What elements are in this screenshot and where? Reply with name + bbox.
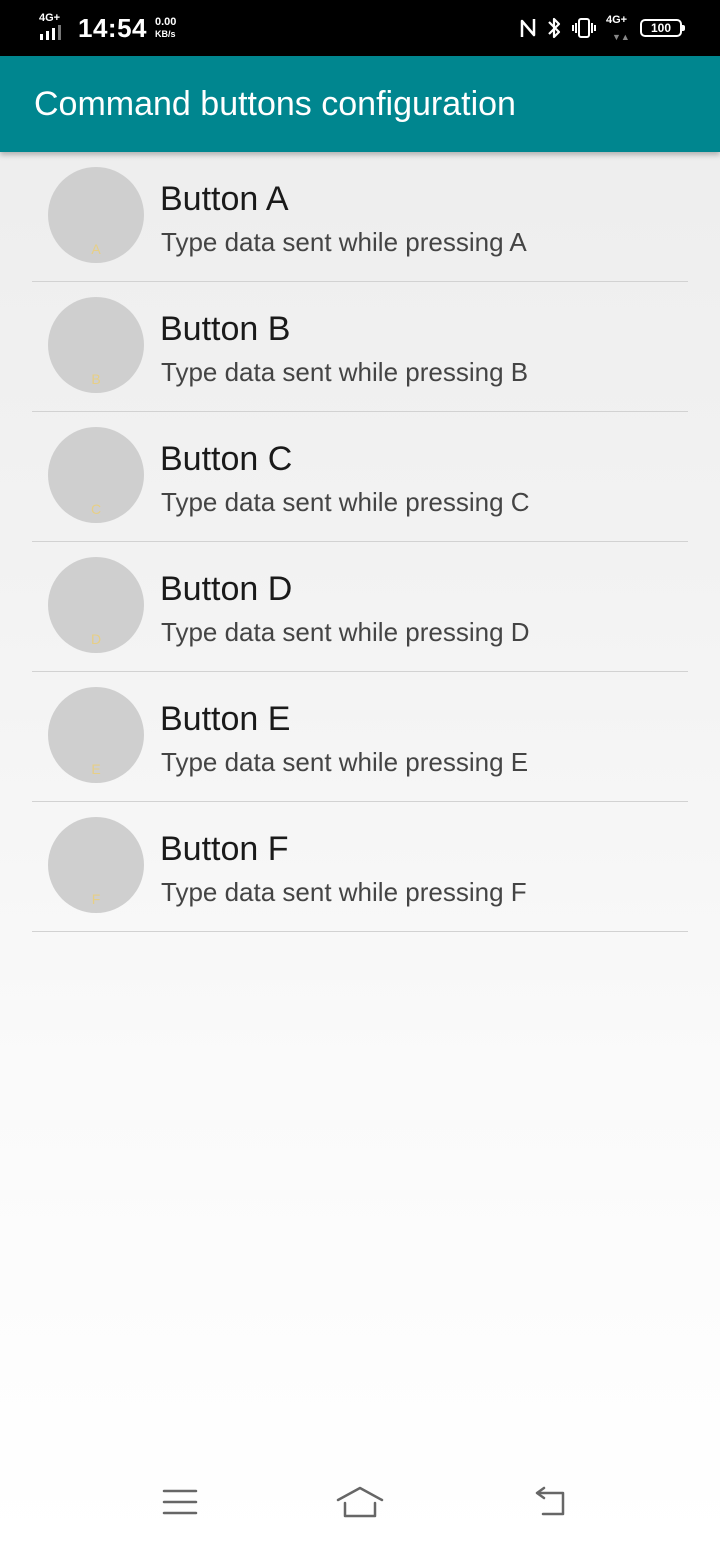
network-speed-unit: KB/s (155, 29, 176, 39)
item-subtitle: Type data sent while pressing E (161, 747, 529, 777)
battery-icon: 100 (640, 19, 685, 37)
item-subtitle: Type data sent while pressing F (161, 877, 527, 907)
clock: 14:54 (78, 12, 147, 43)
menu-button[interactable] (150, 1480, 210, 1524)
menu-icon (162, 1487, 198, 1517)
avatar-letter: D (90, 631, 102, 647)
list-item-button-a[interactable]: A Button A Type data sent while pressing… (32, 152, 688, 282)
list-item-button-c[interactable]: C Button C Type data sent while pressing… (32, 412, 688, 542)
avatar: E (48, 687, 144, 783)
item-title: Button E (160, 700, 291, 738)
home-icon (335, 1485, 385, 1519)
avatar-letter: B (91, 371, 101, 387)
item-subtitle: Type data sent while pressing A (161, 227, 527, 257)
list-item-button-b[interactable]: B Button B Type data sent while pressing… (32, 282, 688, 412)
item-title: Button F (160, 830, 289, 868)
item-title: Button A (160, 180, 289, 218)
list-item-button-d[interactable]: D Button D Type data sent while pressing… (32, 542, 688, 672)
network-type-label: 4G+ (39, 12, 61, 24)
network-speed-value: 0.00 (155, 16, 177, 28)
item-title: Button B (160, 310, 291, 348)
back-button[interactable] (518, 1480, 578, 1524)
list-item-button-e[interactable]: E Button E Type data sent while pressing… (32, 672, 688, 802)
command-buttons-list: A Button A Type data sent while pressing… (32, 152, 688, 932)
status-right: 4G+ ▼▲ 100 (520, 12, 685, 44)
nfc-icon (520, 17, 536, 39)
avatar: A (48, 167, 144, 263)
item-title: Button C (160, 440, 293, 478)
avatar: C (48, 427, 144, 523)
avatar-letter: F (91, 891, 101, 907)
back-icon (529, 1486, 567, 1518)
item-subtitle: Type data sent while pressing B (161, 357, 529, 387)
network-speed: 0.00 KB/s (155, 16, 176, 40)
item-subtitle: Type data sent while pressing C (161, 487, 530, 517)
home-button[interactable] (330, 1480, 390, 1524)
network-indicator: 4G+ (38, 12, 70, 44)
vibrate-icon (572, 17, 596, 39)
avatar: B (48, 297, 144, 393)
navigation-bar (0, 1460, 720, 1544)
bluetooth-icon (546, 16, 562, 40)
item-subtitle: Type data sent while pressing D (161, 617, 530, 647)
avatar-letter: C (90, 501, 102, 517)
status-bar: 4G+ 14:54 0.00 KB/s 4G+ ▼▲ 100 (0, 0, 720, 56)
signal-icon (40, 25, 61, 40)
data-arrows-icon: ▼▲ (612, 32, 630, 42)
avatar-letter: A (91, 241, 101, 257)
page-title: Command buttons configuration (34, 85, 516, 123)
app-bar: Command buttons configuration (0, 56, 720, 152)
network-type-label-right: 4G+ (606, 14, 628, 26)
avatar: D (48, 557, 144, 653)
avatar: F (48, 817, 144, 913)
item-title: Button D (160, 570, 293, 608)
avatar-letter: E (91, 761, 101, 777)
status-left: 4G+ 14:54 0.00 KB/s (38, 12, 176, 44)
battery-level: 100 (650, 21, 672, 35)
list-item-button-f[interactable]: F Button F Type data sent while pressing… (32, 802, 688, 932)
mobile-data-indicator: 4G+ ▼▲ (606, 14, 630, 42)
